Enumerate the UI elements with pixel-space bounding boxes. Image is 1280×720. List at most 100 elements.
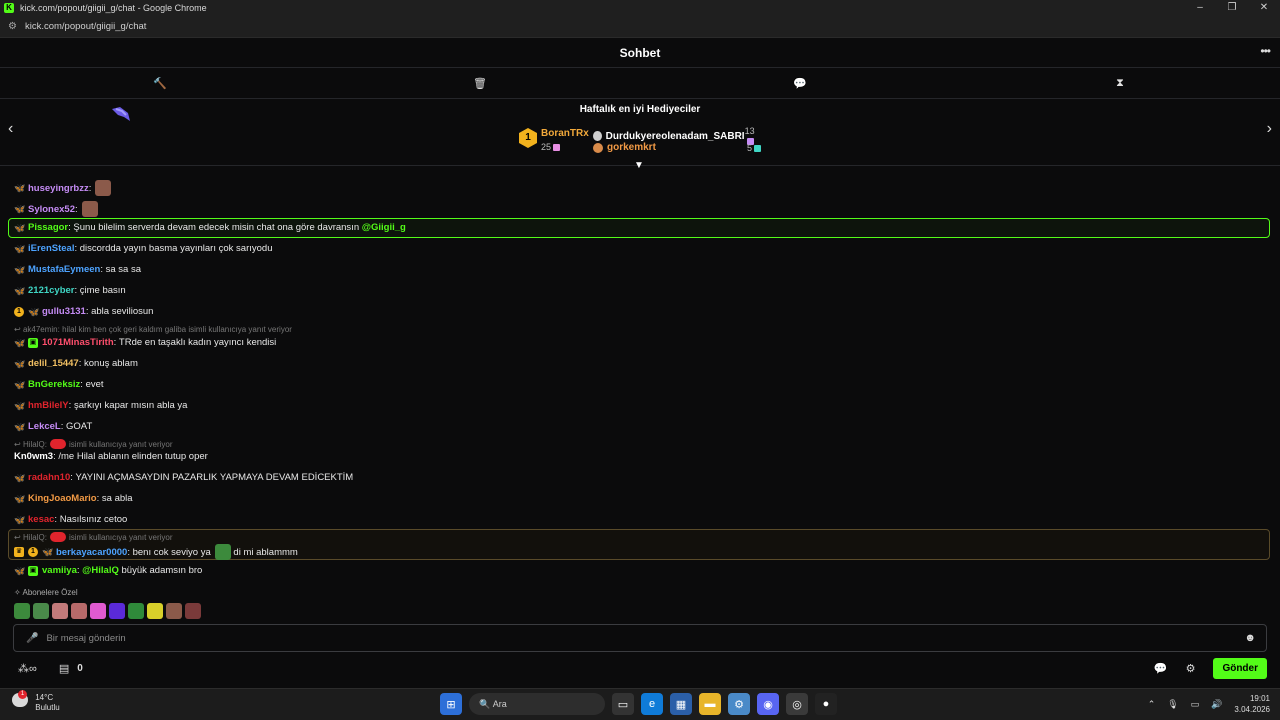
microphone-tray-icon[interactable]: 🎙 xyxy=(1167,699,1178,710)
message-username[interactable]: kesac xyxy=(28,514,54,525)
restore-button[interactable]: ❐ xyxy=(1216,0,1248,16)
message-placeholder: Bir mesaj gönderin xyxy=(46,632,126,644)
message-username[interactable]: vamiiya xyxy=(42,565,77,576)
message-username[interactable]: LekceL xyxy=(28,421,61,432)
message-mention[interactable]: @HilalQ xyxy=(82,565,119,576)
gifter-first[interactable]: 1 BoranTRx 25 xyxy=(519,128,589,152)
message-username[interactable]: MustafaEymeen xyxy=(28,264,100,275)
collapse-icon[interactable]: ▼ xyxy=(634,160,644,171)
emote-icon[interactable] xyxy=(109,603,125,619)
message-username[interactable]: KingJoaoMario xyxy=(28,493,97,504)
close-button[interactable]: ✕ xyxy=(1248,0,1280,16)
chrome-icon[interactable]: ◎ xyxy=(786,693,808,715)
message-username[interactable]: Sylonex52 xyxy=(28,204,75,215)
hammer-icon: 🔨 xyxy=(153,78,167,90)
window-controls: – ❐ ✕ xyxy=(1184,0,1280,16)
emoji-picker-icon[interactable]: ☻ xyxy=(1244,632,1256,644)
taskbar-search[interactable]: 🔍 Ara xyxy=(469,693,605,715)
butterfly-badge-icon: 🦋 xyxy=(14,285,26,296)
gift-icon xyxy=(553,144,561,152)
top-gifters-panel: Haftalık en iyi Hediyeciler ‹ › 1 BoranT… xyxy=(0,100,1280,166)
obs-icon[interactable]: ● xyxy=(815,693,837,715)
volume-icon[interactable]: 🔊 xyxy=(1211,699,1222,710)
url-text[interactable]: kick.com/popout/giigii_g/chat xyxy=(25,21,146,32)
gifter-third[interactable]: gorkemkrt 5 xyxy=(593,142,761,153)
message-username[interactable]: delil_15447 xyxy=(28,358,79,369)
emote-icon[interactable] xyxy=(185,603,201,619)
message-text: sa sa sa xyxy=(105,264,142,275)
chat-message: ♛ 1 🦋 berkayacar0000: benı cok seviyo ya… xyxy=(14,544,298,560)
message-username[interactable]: iErenSteal xyxy=(28,243,74,254)
butterfly-badge-icon: 🦋 xyxy=(14,472,26,483)
prev-arrow-icon[interactable]: ‹ xyxy=(8,120,13,138)
emote-icon[interactable] xyxy=(166,603,182,619)
window-title: kick.com/popout/giigii_g/chat - Google C… xyxy=(20,3,207,13)
reply-context[interactable]: ↩ HilalQ: isimli kullanıcıya yanıt veriy… xyxy=(14,532,173,542)
chat-message: 🦋 kesac: Nasılsınız cetoo xyxy=(14,514,128,525)
network-icon[interactable]: ▭ xyxy=(1191,699,1200,710)
reply-context[interactable]: ↩ ak47emin: hilal kim ben çok geri kaldı… xyxy=(14,325,292,334)
file-explorer-icon[interactable]: ▬ xyxy=(699,693,721,715)
message-username[interactable]: gullu3131 xyxy=(42,306,86,317)
start-button[interactable]: ⊞ xyxy=(440,693,462,715)
emote-icon[interactable] xyxy=(147,603,163,619)
address-bar[interactable]: ⚙ kick.com/popout/giigii_g/chat xyxy=(0,16,1280,38)
chat-message: 🦋 hmBileIY: şarkıyı kapar mısın abla ya xyxy=(14,400,188,411)
emote-icon[interactable] xyxy=(71,603,87,619)
weather-widget[interactable]: 1 14°C Bulutlu xyxy=(12,690,60,713)
message-text: abla seviliosun xyxy=(91,306,154,317)
ban-hammer-button[interactable]: 🔨 xyxy=(0,69,320,98)
message-text: TRde en taşaklı kadın yayıncı kendisi xyxy=(118,337,277,348)
chat-message: 🦋 ▣ 1071MinasTirith: TRde en taşaklı kad… xyxy=(14,337,277,348)
emote-icon xyxy=(95,180,112,196)
windows-taskbar: 1 14°C Bulutlu ⊞ 🔍 Ara ▭ e ▦ ▬ ⚙ ◉ ◎ ● ⌃… xyxy=(0,688,1280,720)
send-button[interactable]: Gönder xyxy=(1213,658,1267,679)
slow-mode-button[interactable]: ⧗ xyxy=(960,69,1280,98)
emote-icon[interactable] xyxy=(90,603,106,619)
chat-header: Sohbet ••• xyxy=(0,38,1280,68)
minimize-button[interactable]: – xyxy=(1184,0,1216,16)
message-username[interactable]: Kn0wm3 xyxy=(14,451,53,462)
gifter-first-name: BoranTRx xyxy=(541,128,589,139)
heart-emote-icon xyxy=(49,532,66,542)
butterfly-badge-icon: 🦋 xyxy=(14,379,26,390)
emote-icon[interactable] xyxy=(52,603,68,619)
message-username[interactable]: radahn10 xyxy=(28,472,70,483)
message-username[interactable]: 1071MinasTirith xyxy=(42,337,114,348)
channel-points-icon[interactable]: ⁂∞ xyxy=(18,662,37,675)
store-icon[interactable]: ▤ xyxy=(59,662,69,675)
more-options-icon[interactable]: ••• xyxy=(1260,44,1271,58)
clock[interactable]: 19:01 3.04.2026 xyxy=(1234,693,1270,715)
message-username[interactable]: hmBileIY xyxy=(28,400,69,411)
emote-icon[interactable] xyxy=(14,603,30,619)
message-text: evet xyxy=(85,379,104,390)
settings-gear-icon[interactable]: ⚙ xyxy=(1186,662,1196,675)
clear-chat-button[interactable]: 🗑 xyxy=(320,69,640,98)
emote-icon[interactable] xyxy=(33,603,49,619)
task-view-icon[interactable]: ▭ xyxy=(612,693,634,715)
clock-date: 3.04.2026 xyxy=(1234,705,1270,714)
chat-mode-button[interactable]: 💬 xyxy=(640,69,960,98)
reply-context[interactable]: ↩ HilalQ: isimli kullanıcıya yanıt veriy… xyxy=(14,439,173,449)
next-arrow-icon[interactable]: › xyxy=(1267,120,1272,138)
message-username[interactable]: 2121cyber xyxy=(28,285,74,296)
settings-app-icon[interactable]: ⚙ xyxy=(728,693,750,715)
message-text: YAYINI AÇMASAYDIN PAZARLIK YAPMAYA DEVAM… xyxy=(75,472,354,483)
message-username[interactable]: Pissagor xyxy=(28,222,68,233)
site-info-icon[interactable]: ⚙ xyxy=(8,21,17,32)
microphone-icon[interactable]: 🎤 xyxy=(26,633,38,644)
reply-text: isimli kullanıcıya yanıt veriyor xyxy=(68,532,173,542)
discord-icon[interactable]: ◉ xyxy=(757,693,779,715)
sparkle-icon: ✧ xyxy=(14,588,21,597)
chat-bubble-icon[interactable]: 💬 xyxy=(1154,662,1168,675)
chevron-up-icon[interactable]: ⌃ xyxy=(1148,699,1156,710)
message-username[interactable]: huseyingrbzz xyxy=(28,183,89,194)
emote-icon[interactable] xyxy=(128,603,144,619)
message-input[interactable]: 🎤 Bir mesaj gönderin ☻ xyxy=(13,624,1267,652)
store-app-icon[interactable]: ▦ xyxy=(670,693,692,715)
message-username[interactable]: berkayacar0000 xyxy=(56,547,127,558)
message-mention[interactable]: @Giigii_g xyxy=(362,222,406,233)
message-username[interactable]: BnGereksiz xyxy=(28,379,80,390)
chat-message: 🦋 ▣ vamiiya: @HilalQ büyük adamsın bro xyxy=(14,565,203,576)
edge-icon[interactable]: e xyxy=(641,693,663,715)
